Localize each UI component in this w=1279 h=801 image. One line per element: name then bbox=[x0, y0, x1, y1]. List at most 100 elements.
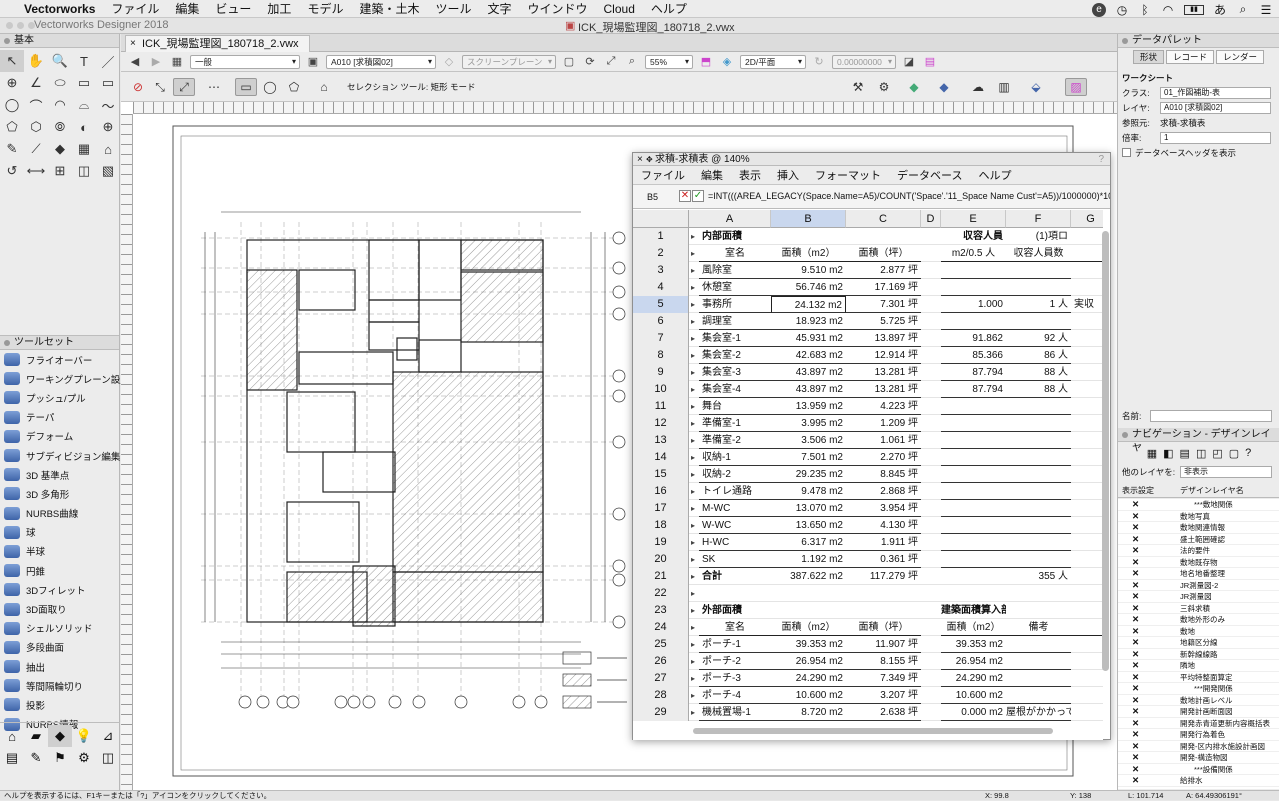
table-cell[interactable]: 舞台 bbox=[699, 398, 771, 415]
visibility-x-icon[interactable]: ✕ bbox=[1132, 534, 1139, 546]
table-cell[interactable]: 24.132 m2 bbox=[771, 296, 846, 313]
table-cell[interactable]: 外部面積 bbox=[699, 602, 771, 619]
table-cell[interactable]: 8.720 m2 bbox=[771, 704, 846, 721]
input-method-icon[interactable]: あ bbox=[1213, 1, 1227, 18]
cancel-formula-button[interactable]: ✕ bbox=[679, 190, 691, 202]
zoom-icon[interactable]: ⌕ bbox=[624, 55, 640, 69]
row-expand-icon[interactable]: ▸ bbox=[691, 415, 695, 432]
rectangle-tool-icon[interactable]: ▭ bbox=[72, 72, 96, 94]
layer-list-item[interactable]: ✕ 敷地外形のみ bbox=[1118, 614, 1279, 626]
row-expand-icon[interactable]: ▸ bbox=[691, 398, 695, 415]
table-cell[interactable] bbox=[1071, 636, 1103, 653]
layer-list-item[interactable]: ✕ JR測量図-2 bbox=[1118, 580, 1279, 591]
table-cell[interactable]: SK bbox=[699, 551, 771, 568]
row-expand-icon[interactable]: ▸ bbox=[691, 330, 695, 347]
ws-menu-edit[interactable]: 編集 bbox=[693, 167, 731, 183]
toolset-item[interactable]: 3Dフィレット bbox=[0, 580, 119, 599]
layer-list-item[interactable]: ✕ 開発赤青道更新内容概括表 bbox=[1118, 718, 1279, 729]
zoom-tool-icon[interactable]: 🔍 bbox=[48, 50, 72, 72]
layer-list-item[interactable]: ✕ 敷地写真 bbox=[1118, 511, 1279, 523]
rounded-rect-tool-icon[interactable]: ▭ bbox=[96, 72, 120, 94]
evernote-icon[interactable]: e bbox=[1092, 2, 1106, 17]
row-number[interactable]: 10 bbox=[633, 381, 689, 398]
toolset-item[interactable]: NURBS曲線 bbox=[0, 504, 119, 523]
row-number[interactable]: 13 bbox=[633, 432, 689, 449]
row-number[interactable]: 26 bbox=[633, 653, 689, 670]
visibility-x-icon[interactable]: ✕ bbox=[1132, 511, 1139, 523]
table-cell[interactable]: H-WC bbox=[699, 534, 771, 551]
table-row[interactable]: 6 ▸ 調理室 18.923 m2 5.725 坪 bbox=[633, 313, 1103, 330]
section-icon[interactable]: ◪ bbox=[901, 55, 917, 69]
table-cell[interactable]: 42.683 m2 bbox=[771, 347, 846, 364]
document-tab[interactable]: × ICK_現場監理図_180718_2.vwx bbox=[125, 35, 310, 52]
table-cell[interactable]: 88 人 bbox=[1006, 381, 1071, 398]
row-expand-icon[interactable]: ▸ bbox=[691, 449, 695, 466]
layer-list-item[interactable]: ✕ JR測量図 bbox=[1118, 591, 1279, 603]
table-cell[interactable]: 風除室 bbox=[699, 262, 771, 279]
row-number[interactable]: 22 bbox=[633, 585, 689, 602]
row-expand-icon[interactable]: ▸ bbox=[691, 551, 695, 568]
ws-menu-file[interactable]: ファイル bbox=[633, 167, 693, 183]
menu-modify[interactable]: 加工 bbox=[259, 0, 299, 17]
col-visibility-header[interactable]: 表示設定 bbox=[1122, 484, 1154, 498]
table-cell[interactable] bbox=[1071, 330, 1103, 347]
row-number[interactable]: 2 bbox=[633, 245, 689, 262]
table-cell[interactable]: ポーチ-1 bbox=[699, 636, 771, 653]
row-expand-icon[interactable]: ▸ bbox=[691, 279, 695, 296]
toolset-item[interactable]: プッシュ/プル bbox=[0, 388, 119, 407]
layer-list-item[interactable]: ✕ ***敷地関係 bbox=[1118, 499, 1279, 511]
polyline-tool-icon[interactable]: 〜 bbox=[96, 94, 120, 116]
table-row[interactable]: 10 ▸ 集会室-4 43.897 m2 13.281 坪 87.794 88 人 bbox=[633, 381, 1103, 398]
table-row[interactable]: 25 ▸ ポーチ-1 39.353 m2 11.907 坪 39.353 m2 bbox=[633, 636, 1103, 653]
tab-render[interactable]: レンダー bbox=[1216, 50, 1265, 64]
table-cell[interactable]: 26.954 m2 bbox=[771, 653, 846, 670]
table-cell[interactable] bbox=[1071, 381, 1103, 398]
table-cell[interactable]: 3.995 m2 bbox=[771, 415, 846, 432]
visibility-x-icon[interactable]: ✕ bbox=[1132, 499, 1139, 511]
refresh-icon[interactable]: ⟳ bbox=[582, 55, 598, 69]
table-cell[interactable] bbox=[941, 449, 1006, 466]
layer-list-item[interactable]: ✕ 開発-区内排水施設計画図 bbox=[1118, 741, 1279, 752]
layer-list-item[interactable]: ✕ 敷地計画レベル bbox=[1118, 695, 1279, 706]
table-cell[interactable] bbox=[1071, 653, 1103, 670]
offset-tool-icon[interactable]: ⟋ bbox=[24, 138, 48, 160]
row-expand-icon[interactable]: ▸ bbox=[691, 245, 695, 262]
row-expand-icon[interactable]: ▸ bbox=[691, 704, 695, 721]
table-cell[interactable] bbox=[941, 500, 1006, 517]
table-row[interactable]: 23▸外部面積 建築面積算入部分 bbox=[633, 602, 1103, 619]
table-cell[interactable] bbox=[1006, 534, 1071, 551]
visibility-x-icon[interactable]: ✕ bbox=[1132, 591, 1139, 603]
table-row[interactable]: 28 ▸ ポーチ-4 10.600 m2 3.207 坪 10.600 m2 bbox=[633, 687, 1103, 704]
table-cell[interactable]: 4.223 坪 bbox=[846, 398, 921, 415]
table-cell[interactable]: トイレ通路 bbox=[699, 483, 771, 500]
table-cell[interactable]: 92 人 bbox=[1006, 330, 1071, 347]
toolset-item[interactable]: 投影 bbox=[0, 695, 119, 714]
tool-settings-icon[interactable]: ⌂ bbox=[313, 78, 335, 96]
row-expand-icon[interactable]: ▸ bbox=[691, 585, 695, 602]
row-expand-icon[interactable]: ▸ bbox=[691, 619, 695, 636]
menu-tools[interactable]: ツール bbox=[427, 0, 479, 17]
layer-list-item[interactable]: ✕ ***設備関係 bbox=[1118, 764, 1279, 775]
selection-tool-icon[interactable]: ↖ bbox=[0, 50, 24, 72]
column-header[interactable]: A bbox=[689, 210, 771, 228]
table-cell[interactable] bbox=[941, 279, 1006, 296]
layer-list-item[interactable]: ✕ 敷地 bbox=[1118, 626, 1279, 637]
pick-up-icon[interactable]: ⚒ bbox=[847, 78, 869, 96]
table-cell[interactable] bbox=[1071, 619, 1103, 636]
layer-list-item[interactable]: ✕ 新幹線線路 bbox=[1118, 649, 1279, 660]
regular-polygon-tool-icon[interactable]: ⬡ bbox=[24, 116, 48, 138]
table-cell[interactable]: 収容人員 bbox=[941, 228, 1006, 245]
table-cell[interactable]: 11.907 坪 bbox=[846, 636, 921, 653]
row-number[interactable]: 18 bbox=[633, 517, 689, 534]
table-cell[interactable] bbox=[941, 262, 1006, 279]
row-expand-icon[interactable]: ▸ bbox=[691, 687, 695, 704]
layer-list-item[interactable]: ✕ 地名地番整理 bbox=[1118, 568, 1279, 580]
table-cell[interactable] bbox=[1006, 313, 1071, 330]
menu-view[interactable]: ビュー bbox=[207, 0, 259, 17]
navigation-header[interactable]: ナビゲーション - デザインレイヤ bbox=[1118, 428, 1279, 454]
table-cell[interactable] bbox=[1071, 432, 1103, 449]
table-cell[interactable] bbox=[1071, 602, 1103, 619]
quarter-arc-tool-icon[interactable]: ⌓ bbox=[72, 94, 96, 116]
table-cell[interactable] bbox=[1006, 517, 1071, 534]
tab-record[interactable]: レコード bbox=[1165, 50, 1214, 64]
